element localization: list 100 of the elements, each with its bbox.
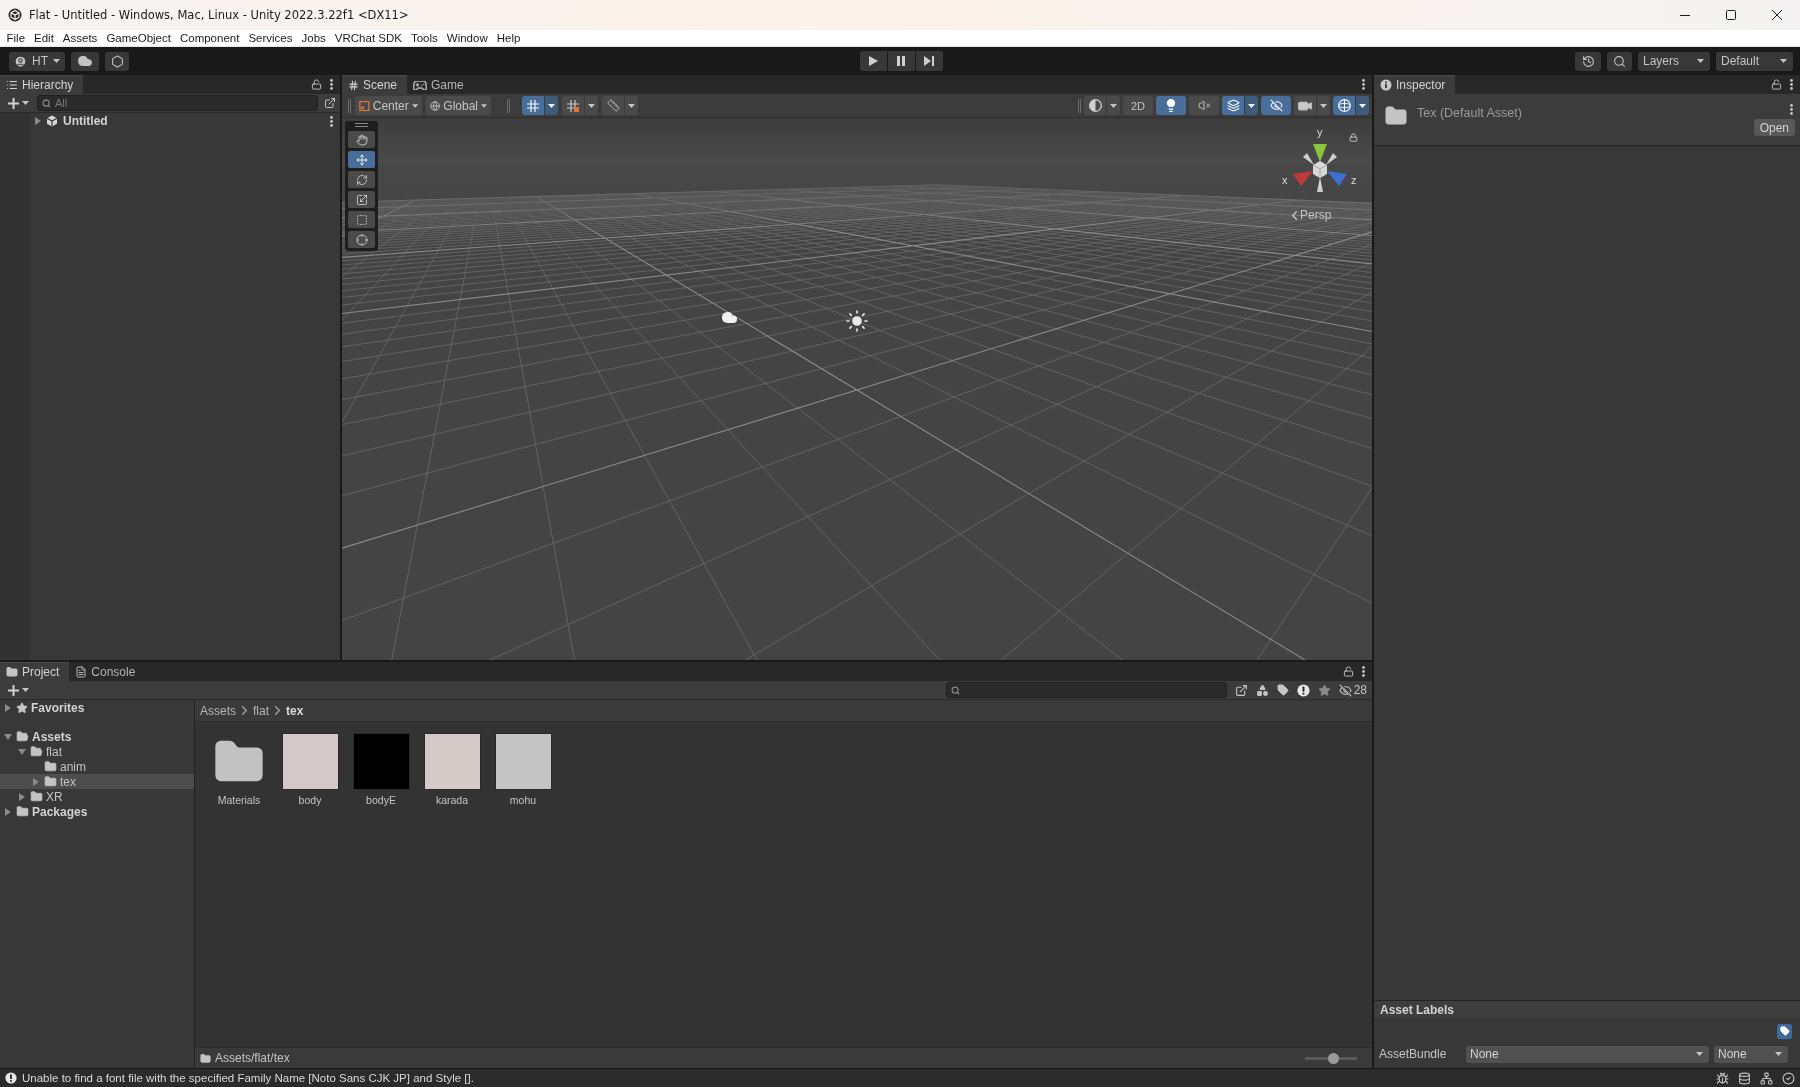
variant-dropdown[interactable]: None <box>1714 1045 1788 1063</box>
disclosure-arrow-icon[interactable] <box>5 807 11 816</box>
grid-toggle[interactable] <box>522 96 544 115</box>
breadcrumb-link[interactable]: tex <box>286 703 304 718</box>
tag-icon[interactable] <box>1276 684 1289 696</box>
search-button[interactable] <box>1607 51 1632 71</box>
view-tab[interactable]: Scene <box>342 75 408 94</box>
snap-toggle[interactable] <box>562 96 584 115</box>
dropdown-arrow-button[interactable] <box>625 96 638 115</box>
dropdown-arrow-button[interactable] <box>585 96 598 115</box>
menu-item[interactable]: Jobs <box>297 30 331 46</box>
kebab-menu-icon[interactable] <box>330 79 333 90</box>
account-button[interactable]: HT <box>9 51 65 71</box>
folder-tree-item[interactable]: tex <box>0 774 194 789</box>
disclosure-arrow-icon[interactable] <box>35 117 41 125</box>
hierarchy-tab[interactable]: Hierarchy <box>0 75 84 94</box>
menu-item[interactable]: Window <box>442 30 493 46</box>
hidden-packages-button[interactable]: 28 <box>1338 682 1367 698</box>
pause-button[interactable] <box>887 51 915 71</box>
lighting-toggle[interactable] <box>1156 96 1186 115</box>
menu-item[interactable]: GameObject <box>101 30 176 46</box>
folder-tree-item[interactable]: anim <box>0 759 194 774</box>
database-icon[interactable] <box>1738 1071 1751 1085</box>
breadcrumb-link[interactable]: flat <box>253 703 270 718</box>
transform-tool-button[interactable] <box>348 231 375 248</box>
search-field[interactable] <box>945 682 1227 698</box>
axis-gizmo-icon[interactable] <box>1292 143 1348 193</box>
labels-button[interactable] <box>1777 1023 1792 1039</box>
folder-tree-item[interactable]: flat <box>0 744 194 759</box>
menu-item[interactable]: Tools <box>406 30 443 46</box>
disclosure-arrow-icon[interactable] <box>33 777 39 786</box>
create-button[interactable] <box>6 682 31 698</box>
rotate-tool-button[interactable] <box>348 171 375 188</box>
cloud-button[interactable] <box>71 51 99 71</box>
asset-item[interactable]: bodyE <box>350 733 412 806</box>
network-icon[interactable] <box>1760 1071 1773 1085</box>
effects-toggle[interactable] <box>1222 96 1244 115</box>
folder-tree-item[interactable]: Packages <box>0 804 194 819</box>
exclamation-circle-icon[interactable] <box>1296 683 1310 697</box>
kebab-menu-icon[interactable] <box>1362 666 1365 677</box>
panel-tab[interactable]: Console <box>69 662 146 681</box>
lock-icon[interactable] <box>1349 133 1358 142</box>
lock-icon[interactable] <box>1771 79 1782 90</box>
play-button[interactable] <box>859 51 887 71</box>
camera-button[interactable] <box>1294 96 1316 115</box>
menu-item[interactable]: File <box>2 30 30 46</box>
pivot-dropdown[interactable]: Center <box>355 96 422 115</box>
breadcrumb-link[interactable]: Assets <box>200 703 236 718</box>
step-button[interactable] <box>915 51 943 71</box>
menu-item[interactable]: Help <box>492 30 525 46</box>
square-arrow-icon[interactable] <box>324 97 336 109</box>
inspector-tab[interactable]: Inspector <box>1374 75 1456 94</box>
panel-tab[interactable]: Project <box>0 662 70 681</box>
check-circle-icon[interactable] <box>1782 1071 1795 1085</box>
lock-icon[interactable] <box>311 79 322 90</box>
kebab-menu-icon[interactable] <box>1362 79 1365 90</box>
layers-dropdown[interactable]: Layers <box>1638 51 1710 71</box>
dropdown-arrow-button[interactable] <box>1317 96 1330 115</box>
shading-mode-button[interactable] <box>1084 96 1106 115</box>
dropdown-arrow-button[interactable] <box>545 96 558 115</box>
menu-item[interactable]: Services <box>243 30 297 46</box>
disclosure-arrow-icon[interactable] <box>4 733 12 740</box>
dropdown-arrow-button[interactable] <box>1245 96 1258 115</box>
disclosure-arrow-icon[interactable] <box>5 703 11 712</box>
kebab-menu-icon[interactable] <box>1790 79 1793 90</box>
scale-tool-button[interactable] <box>348 191 375 208</box>
lock-icon[interactable] <box>1343 666 1354 677</box>
kebab-menu-icon[interactable] <box>330 115 333 127</box>
asset-bundle-dropdown[interactable]: None <box>1466 1045 1709 1063</box>
folder-tree-item[interactable]: Assets <box>0 729 194 744</box>
layout-dropdown[interactable]: Default <box>1716 51 1793 71</box>
menu-item[interactable]: Assets <box>58 30 102 46</box>
visibility-toggle[interactable] <box>1261 96 1291 115</box>
disclosure-arrow-icon[interactable] <box>19 792 25 801</box>
menu-item[interactable]: VRChat SDK <box>330 30 407 46</box>
star-icon[interactable] <box>1317 683 1331 697</box>
create-button[interactable] <box>6 95 31 111</box>
asset-item[interactable]: Materials <box>208 733 270 806</box>
disclosure-arrow-icon[interactable] <box>18 748 26 755</box>
slider-thumb[interactable] <box>1327 1052 1339 1064</box>
folder-tree-item[interactable]: XR <box>0 789 194 804</box>
menu-item[interactable]: Edit <box>29 30 59 46</box>
bug-icon[interactable] <box>1716 1071 1729 1085</box>
asset-item[interactable]: mohu <box>492 733 554 806</box>
asset-item[interactable]: body <box>279 733 341 806</box>
move-tool-button[interactable] <box>348 151 375 168</box>
open-button[interactable]: Open <box>1753 119 1795 136</box>
hierarchy-item[interactable]: Untitled <box>31 113 330 129</box>
hexagon-button[interactable] <box>105 51 129 71</box>
mode-2d-toggle[interactable]: 2D <box>1123 96 1153 115</box>
space-dropdown[interactable]: Global <box>426 96 491 115</box>
hand-tool-button[interactable] <box>348 131 375 148</box>
menu-item[interactable]: Component <box>175 30 244 46</box>
history-button[interactable] <box>1575 51 1601 71</box>
gizmos-toggle[interactable] <box>1333 96 1355 115</box>
rect-tool-button[interactable] <box>348 211 375 228</box>
shapes-icon[interactable] <box>1255 683 1269 697</box>
view-tab[interactable]: Game <box>407 75 474 94</box>
audio-toggle[interactable] <box>1189 96 1219 115</box>
increment-toggle[interactable] <box>602 96 624 115</box>
